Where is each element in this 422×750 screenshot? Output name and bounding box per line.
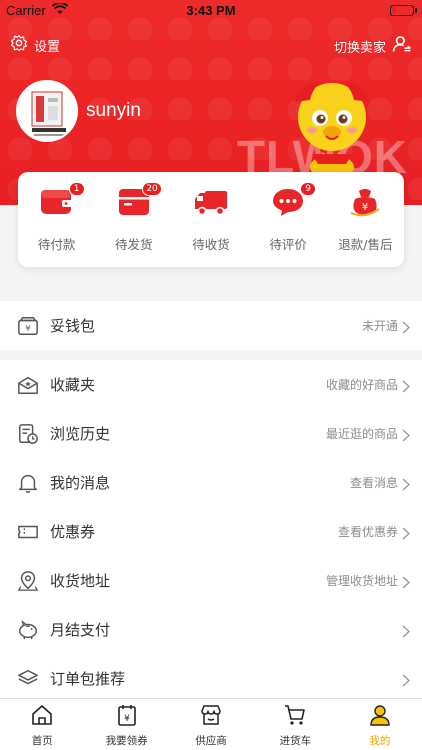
tab-label: 首页 <box>31 735 53 747</box>
tab-suppliers[interactable]: 供应商 <box>169 699 253 750</box>
location-icon <box>16 569 40 593</box>
tab-label: 进货车 <box>279 735 312 747</box>
tab-coupons[interactable]: ¥ 我要领券 <box>84 699 168 750</box>
coupon-icon <box>16 520 40 544</box>
favorites-icon <box>16 373 40 397</box>
tab-mine[interactable]: 我的 <box>338 699 422 750</box>
row-title: 优惠券 <box>50 523 96 541</box>
tab-home[interactable]: 首页 <box>0 699 84 750</box>
wallet-icon <box>40 187 74 221</box>
menu-row-address[interactable]: 收货地址 管理收货地址 <box>0 556 422 605</box>
order-pending-receipt[interactable]: 待收货 <box>172 186 249 267</box>
order-badge: 20 <box>142 182 162 196</box>
order-refund[interactable]: ¥ 退款/售后 <box>327 186 404 267</box>
wallet-section: ¥ 妥钱包 未开通 <box>0 301 422 350</box>
chevron-right-icon <box>402 319 411 338</box>
chevron-right-icon <box>402 574 411 593</box>
order-badge: 9 <box>300 182 317 196</box>
user-icon <box>368 703 392 731</box>
row-title: 我的消息 <box>50 474 111 492</box>
row-hint: 查看消息 <box>349 476 398 490</box>
row-hint: 查看优惠券 <box>337 525 398 539</box>
orders-card: 1 待付款 20 待发货 待收货 9 待评价 ¥ 退款/售后 <box>18 172 404 267</box>
battery-icon <box>390 5 417 16</box>
row-title: 收货地址 <box>50 572 111 590</box>
order-badge: 1 <box>68 182 85 196</box>
calendar-icon: ¥ <box>115 703 139 731</box>
tab-label: 我的 <box>369 735 391 747</box>
layers-icon <box>16 667 40 691</box>
order-pending-payment[interactable]: 1 待付款 <box>18 182 95 267</box>
switch-seller-label: 切换卖家 <box>333 40 386 56</box>
menu-row-history[interactable]: 浏览历史 最近逛的商品 <box>0 409 422 458</box>
menu-list: 收藏夹 收藏的好商品 浏览历史 最近逛的商品 我的消息 查看消息 优惠券 查看优… <box>0 360 422 703</box>
menu-row-coupons[interactable]: 优惠券 查看优惠券 <box>0 507 422 556</box>
row-title: 收藏夹 <box>50 376 96 394</box>
row-hint: 最近逛的商品 <box>325 427 398 441</box>
menu-row-favorites[interactable]: 收藏夹 收藏的好商品 <box>0 360 422 409</box>
refund-icon: ¥ <box>349 187 381 221</box>
chevron-right-icon <box>402 476 411 495</box>
tab-label: 供应商 <box>195 735 227 747</box>
mascot-lion-image <box>282 72 382 186</box>
order-label: 待评价 <box>269 237 307 252</box>
svg-text:¥: ¥ <box>362 202 368 213</box>
clock: 3:43 PM <box>186 3 236 18</box>
row-title: 订单包推荐 <box>50 670 126 688</box>
chevron-right-icon <box>402 672 411 691</box>
row-title: 浏览历史 <box>50 425 111 443</box>
chevron-right-icon <box>402 525 411 544</box>
home-icon <box>30 703 54 731</box>
wallet-row[interactable]: ¥ 妥钱包 未开通 <box>0 301 422 350</box>
svg-text:¥: ¥ <box>25 323 30 333</box>
chevron-right-icon <box>402 427 411 446</box>
settings-label: 设置 <box>34 39 61 55</box>
bell-icon <box>16 471 40 495</box>
avatar[interactable] <box>16 80 78 142</box>
tab-label: 我要领券 <box>105 735 148 747</box>
order-label: 待付款 <box>37 237 76 252</box>
cart-icon <box>283 703 307 731</box>
svg-text:¥: ¥ <box>124 714 130 724</box>
order-pending-review[interactable]: 9 待评价 <box>250 182 327 267</box>
row-hint: 未开通 <box>361 319 398 333</box>
bottom-tab-bar: 首页 ¥ 我要领券 供应商 进货车 我的 <box>0 698 422 750</box>
order-label: 待收货 <box>192 237 230 252</box>
comment-icon <box>272 187 304 221</box>
order-label: 退款/售后 <box>338 237 393 252</box>
switch-seller-button[interactable]: 切换卖家 <box>334 34 412 58</box>
gear-icon <box>10 34 28 56</box>
order-pending-shipment[interactable]: 20 待发货 <box>95 182 172 267</box>
wallet-yen-icon: ¥ <box>16 314 40 338</box>
row-title: 妥钱包 <box>50 317 96 335</box>
chevron-right-icon <box>402 623 411 642</box>
piggy-bank-icon <box>16 618 40 642</box>
row-hint: 管理收货地址 <box>325 574 398 588</box>
order-label: 待发货 <box>115 237 153 252</box>
chevron-right-icon <box>402 378 411 397</box>
menu-row-messages[interactable]: 我的消息 查看消息 <box>0 458 422 507</box>
shop-icon <box>199 703 223 731</box>
menu-row-monthly-payment[interactable]: 月结支付 <box>0 605 422 654</box>
row-title: 月结支付 <box>50 621 111 639</box>
tab-cart[interactable]: 进货车 <box>253 699 337 750</box>
row-hint: 收藏的好商品 <box>325 378 398 392</box>
menu-row-order-package[interactable]: 订单包推荐 <box>0 654 422 703</box>
truck-icon <box>193 187 229 221</box>
user-switch-icon <box>392 34 412 58</box>
status-bar: Carrier 3:43 PM <box>0 0 422 22</box>
settings-button[interactable]: 设置 <box>10 34 60 56</box>
history-icon <box>16 422 40 446</box>
username: sunyin <box>86 100 141 121</box>
